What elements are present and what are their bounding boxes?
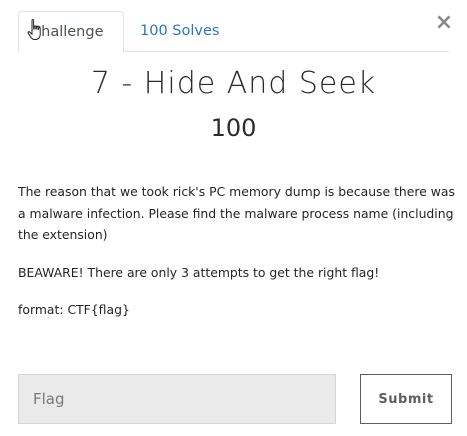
description-warning: BEAWARE! There are only 3 attempts to ge… [18,264,380,280]
hand-pointer-icon [27,19,41,40]
challenge-points: 100 [210,114,257,142]
flag-input[interactable] [18,374,336,424]
challenge-description: The reason that we took rick's PC memory… [18,181,458,337]
submit-button[interactable]: Submit [360,374,452,424]
challenge-title: 7 - Hide And Seek [90,66,377,101]
tab-solves[interactable]: 100 Solves [139,11,219,51]
challenge-modal: Challenge 100 Solves × 7 - Hide And Seek… [0,0,467,436]
description-paragraph: The reason that we took rick's PC memory… [18,184,455,242]
tab-solves-label: 100 Solves [140,23,220,39]
close-icon[interactable]: × [434,11,454,35]
description-format: format: CTF{flag} [18,302,130,317]
modal-tabs: Challenge 100 Solves [18,11,449,52]
